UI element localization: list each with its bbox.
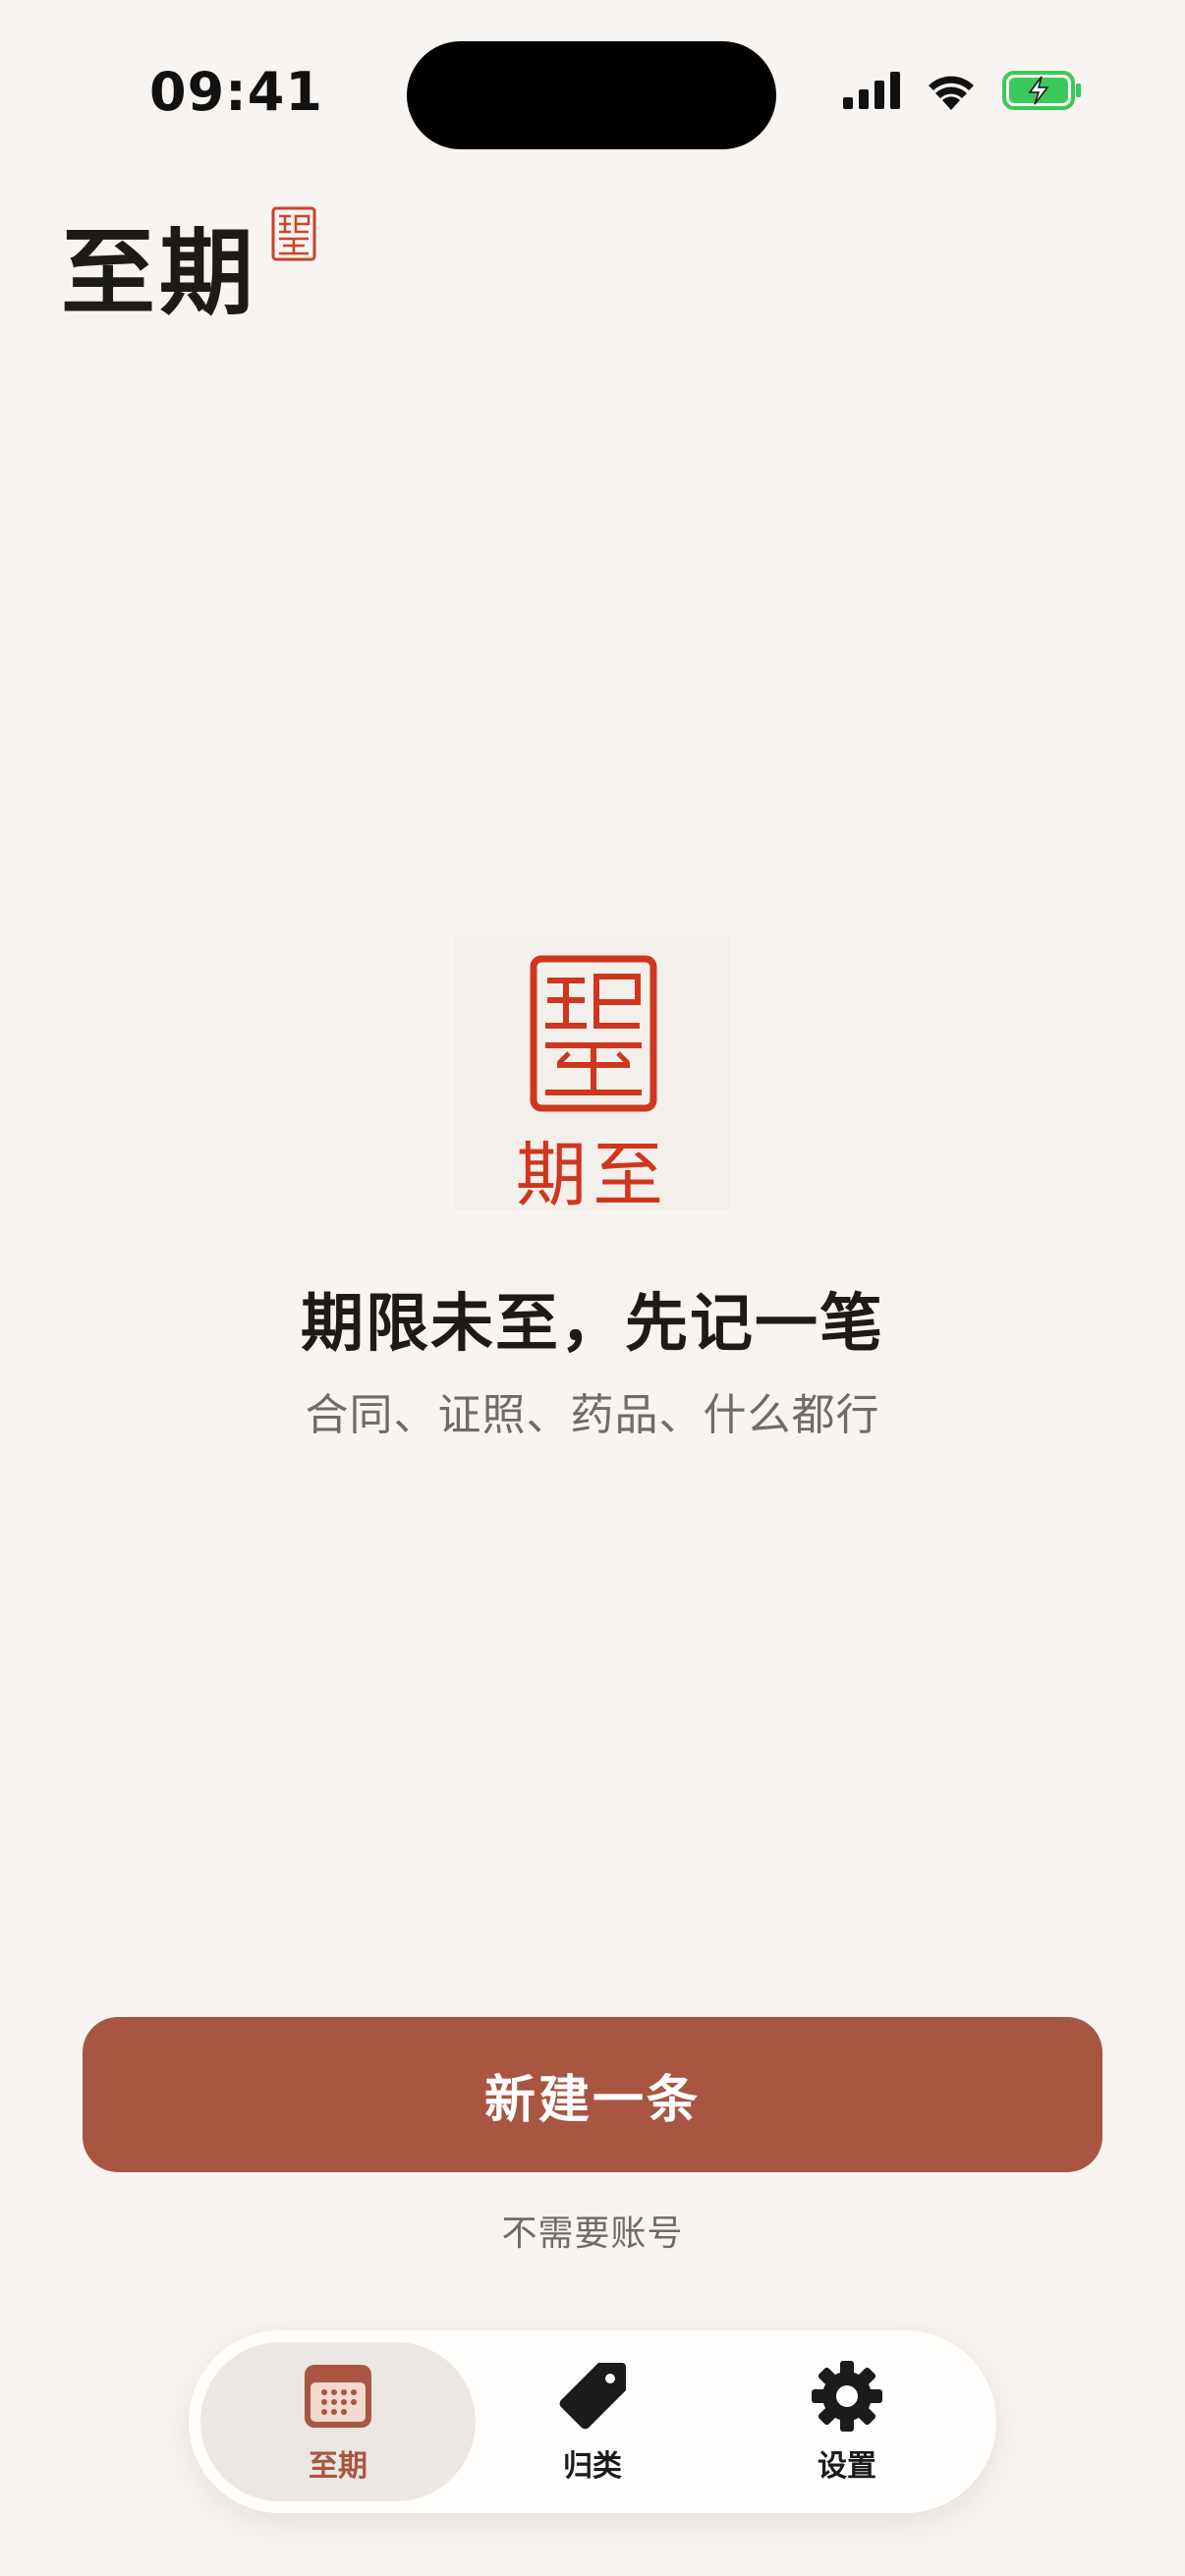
tab-categories[interactable]: 归类 [455, 2342, 730, 2501]
tab-bar: 至期 归类 设置 [189, 2330, 996, 2513]
battery-charging-icon [1002, 71, 1081, 110]
new-entry-button[interactable]: 新建一条 [83, 2017, 1102, 2172]
page-title: 至期 [61, 218, 257, 328]
status-time: 09:41 [149, 61, 323, 123]
dynamic-island [407, 41, 776, 149]
tab-label: 设置 [818, 2449, 876, 2484]
tab-label: 至期 [309, 2449, 367, 2484]
tab-settings[interactable]: 设置 [709, 2342, 985, 2501]
tab-due[interactable]: 至期 [200, 2342, 476, 2501]
seal-icon [271, 206, 316, 261]
seal-logo-icon [530, 955, 657, 1112]
signal-icon [843, 72, 900, 109]
calendar-icon [305, 2365, 371, 2428]
tag-icon [559, 2363, 626, 2430]
wifi-icon [929, 76, 974, 110]
empty-state-subtitle: 合同、证照、药品、什么都行 [305, 1390, 880, 1440]
empty-state-heading: 期限未至，先记一笔 [301, 1288, 884, 1361]
screen: 09:41 至期 期至 期限未至，先记一笔 合同、证照、药品、什么都行 新建一条… [0, 0, 1185, 2576]
logo-text: 期至 [515, 1134, 669, 1216]
gear-icon [812, 2361, 882, 2432]
empty-state-logo: 期至 [455, 935, 730, 1216]
tab-label: 归类 [563, 2449, 622, 2484]
no-account-note: 不需要账号 [501, 2213, 684, 2254]
status-icons [843, 71, 1083, 110]
